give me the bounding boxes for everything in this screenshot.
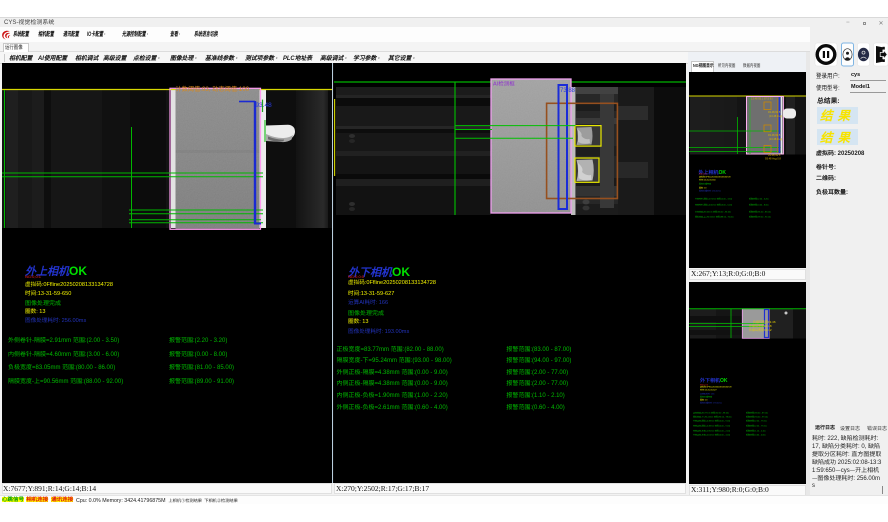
svg-text:93.48,93.5: 93.48,93.5: [768, 153, 781, 157]
svg-text:负极耳宽度13.42: 负极耳宽度13.42: [749, 328, 772, 332]
svg-text:计数阈值:93, 动态阈值:100: 计数阈值:93, 动态阈值:100: [176, 84, 250, 93]
svg-text:AI检测框: AI检测框: [493, 80, 515, 88]
svg-text:73.88: 73.88: [560, 88, 576, 94]
svg-text:93.48,93.5: 93.48,93.5: [768, 110, 781, 114]
svg-text:(13.48 Avg): (13.48 Avg): [769, 114, 782, 118]
svg-text:(13.48 Avg): (13.48 Avg): [769, 137, 782, 141]
svg-text:93.48 Avg:0.8: 93.48 Avg:0.8: [765, 157, 781, 161]
svg-text:93.48,93.5: 93.48,93.5: [768, 133, 781, 137]
svg-text:13.48 93.1 87.5 93: 13.48 93.1 87.5 93: [751, 97, 773, 101]
svg-text:93.48: 93.48: [256, 102, 273, 109]
